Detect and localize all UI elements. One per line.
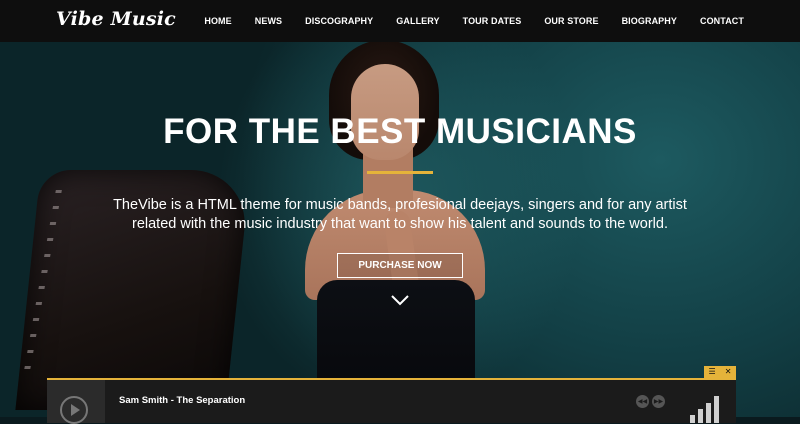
- nav-item-tour-dates[interactable]: TOUR DATES: [463, 16, 522, 26]
- skip-back-icon[interactable]: ◀◀: [636, 395, 649, 408]
- play-icon[interactable]: [60, 396, 88, 424]
- nav-item-biography[interactable]: BIOGRAPHY: [622, 16, 677, 26]
- site-logo[interactable]: Vibe Music: [56, 8, 176, 30]
- nav-item-discography[interactable]: DISCOGRAPHY: [305, 16, 373, 26]
- menu-icon[interactable]: ☰: [709, 366, 716, 378]
- skip-forward-icon[interactable]: ▶▶: [652, 395, 665, 408]
- nav-item-news[interactable]: NEWS: [255, 16, 282, 26]
- nav-item-gallery[interactable]: GALLERY: [396, 16, 439, 26]
- music-player: Sam Smith - The Separation ◀◀ ▶▶: [47, 378, 736, 424]
- nav-item-home[interactable]: HOME: [204, 16, 231, 26]
- chevron-down-icon[interactable]: [390, 293, 410, 307]
- headline-accent-bar: [367, 171, 433, 174]
- nav-item-our-store[interactable]: OUR STORE: [544, 16, 598, 26]
- close-icon[interactable]: ✕: [725, 366, 732, 378]
- nav-item-contact[interactable]: CONTACT: [700, 16, 744, 26]
- top-navbar: Vibe Music HOME NEWS DISCOGRAPHY GALLERY…: [0, 0, 800, 42]
- player-tabs: ☰ ✕: [704, 366, 736, 378]
- purchase-now-button[interactable]: PURCHASE NOW: [337, 253, 463, 278]
- volume-bars-icon[interactable]: [687, 388, 727, 423]
- main-nav: HOME NEWS DISCOGRAPHY GALLERY TOUR DATES…: [181, 0, 744, 42]
- hero-headline: FOR THE BEST MUSICIANS: [163, 112, 637, 151]
- track-title: Sam Smith - The Separation: [119, 395, 246, 406]
- hero-description: TheVibe is a HTML theme for music bands,…: [113, 197, 687, 232]
